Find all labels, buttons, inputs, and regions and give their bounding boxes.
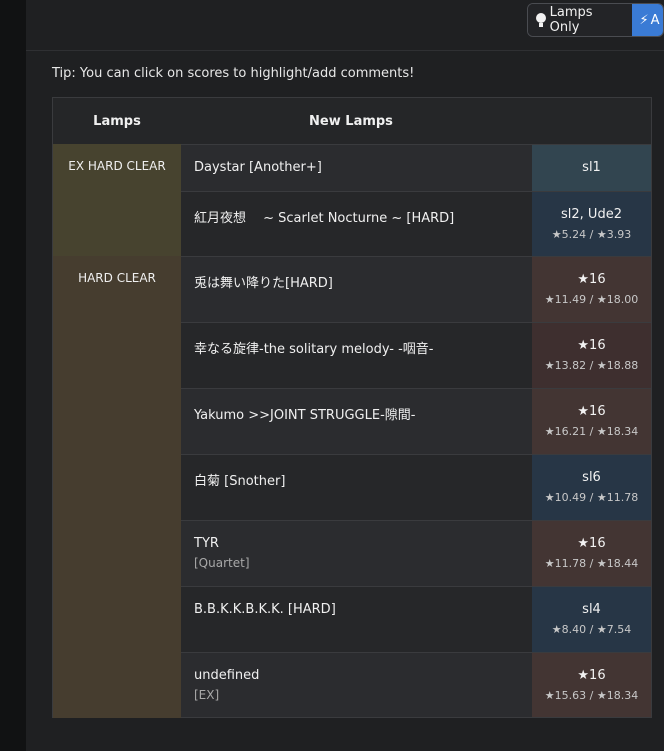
lamp-group-hard-clear: HARD CLEAR <box>53 256 181 718</box>
song-title: B.B.K.K.B.K.K. [HARD] <box>194 602 336 617</box>
song-cell: B.B.K.K.B.K.K. [HARD] <box>181 587 532 652</box>
score-level: sl4 <box>582 602 601 617</box>
score-detail: ★10.49 / ★11.78 <box>544 491 639 504</box>
score-cell[interactable]: sl1 <box>532 145 651 191</box>
lightbulb-icon <box>536 13 546 27</box>
song-title: 幸なる旋律-the solitary melody- -咽音- <box>194 342 434 357</box>
song-title: 紅月夜想 ~ Scarlet Nocturne ~ [HARD] <box>194 211 455 226</box>
score-cell[interactable]: sl4 ★8.40 / ★7.54 <box>532 587 651 652</box>
score-cell[interactable]: ★16 ★13.82 / ★18.88 <box>532 323 651 388</box>
table-row[interactable]: 兎は舞い降りた[HARD] ★16 ★11.49 / ★18.00 <box>181 256 651 322</box>
all-button-label: A <box>650 12 660 28</box>
score-cell[interactable]: ★16 ★11.78 / ★18.44 <box>532 521 651 586</box>
song-cell: Yakumo >>JOINT STRUGGLE-隙間- <box>181 389 532 454</box>
lamps-only-label: Lamps Only <box>549 5 593 35</box>
table-row[interactable]: 紅月夜想 ~ Scarlet Nocturne ~ [HARD] sl2, Ud… <box>181 191 651 256</box>
header-new-lamps: New Lamps <box>309 113 393 129</box>
score-detail: ★5.24 / ★3.93 <box>551 228 632 241</box>
score-detail: ★8.40 / ★7.54 <box>551 623 632 636</box>
song-cell: 白菊 [Snother] <box>181 455 532 520</box>
table-row[interactable]: undefined [EX] ★16 ★15.63 / ★18.34 <box>181 652 651 717</box>
score-cell[interactable]: sl6 ★10.49 / ★11.78 <box>532 455 651 520</box>
score-level: ★16 <box>577 668 606 683</box>
song-difficulty: [EX] <box>194 688 220 702</box>
lightning-icon: ⚡ <box>639 12 649 28</box>
song-difficulty: [Quartet] <box>194 556 250 570</box>
table-row[interactable]: Yakumo >>JOINT STRUGGLE-隙間- ★16 ★16.21 /… <box>181 388 651 454</box>
table-row[interactable]: B.B.K.K.B.K.K. [HARD] sl4 ★8.40 / ★7.54 <box>181 586 651 652</box>
score-level: ★16 <box>577 536 606 551</box>
score-detail: ★11.49 / ★18.00 <box>544 293 639 306</box>
song-title: 兎は舞い降りた[HARD] <box>194 276 333 291</box>
song-title: Daystar [Another+] <box>194 160 322 175</box>
score-cell[interactable]: ★16 ★15.63 / ★18.34 <box>532 653 651 717</box>
lamps-table: Lamps New Lamps EX HARD CLEAR HARD CLEAR… <box>52 97 652 718</box>
score-detail: ★13.82 / ★18.88 <box>544 359 639 372</box>
song-cell: TYR [Quartet] <box>181 521 532 586</box>
all-button[interactable]: ⚡ A <box>631 4 663 36</box>
score-level: ★16 <box>577 272 606 287</box>
song-title: TYR <box>194 536 219 551</box>
table-row[interactable]: 幸なる旋律-the solitary melody- -咽音- ★16 ★13.… <box>181 322 651 388</box>
score-level: ★16 <box>577 338 606 353</box>
score-detail: ★15.63 / ★18.34 <box>544 689 639 702</box>
main-panel: Lamps Only ⚡ A Tip: You can click on sco… <box>26 0 664 751</box>
score-cell[interactable]: ★16 ★16.21 / ★18.34 <box>532 389 651 454</box>
song-title: Yakumo >>JOINT STRUGGLE-隙間- <box>194 408 416 423</box>
lamp-label: EX HARD CLEAR <box>68 159 166 173</box>
table-header: Lamps New Lamps <box>53 98 651 144</box>
table-row[interactable]: TYR [Quartet] ★16 ★11.78 / ★18.44 <box>181 520 651 586</box>
score-cell[interactable]: sl2, Ude2 ★5.24 / ★3.93 <box>532 192 651 256</box>
tip-text: Tip: You can click on scores to highligh… <box>52 66 415 81</box>
score-level: sl6 <box>582 470 601 485</box>
lamp-group-ex-hard-clear: EX HARD CLEAR <box>53 144 181 256</box>
song-cell: undefined [EX] <box>181 653 532 717</box>
song-title: undefined <box>194 668 260 683</box>
header-lamps: Lamps <box>93 113 141 129</box>
score-level: sl1 <box>582 160 601 175</box>
song-cell: 紅月夜想 ~ Scarlet Nocturne ~ [HARD] <box>181 192 532 256</box>
toolbar: Lamps Only ⚡ A <box>26 0 664 51</box>
lamps-only-button[interactable]: Lamps Only <box>528 4 632 36</box>
table-row[interactable]: 白菊 [Snother] sl6 ★10.49 / ★11.78 <box>181 454 651 520</box>
score-detail: ★11.78 / ★18.44 <box>544 557 639 570</box>
view-toggle-group: Lamps Only ⚡ A <box>527 3 664 37</box>
score-level: sl2, Ude2 <box>561 207 622 222</box>
song-cell: 兎は舞い降りた[HARD] <box>181 257 532 322</box>
score-level: ★16 <box>577 404 606 419</box>
song-title: 白菊 [Snother] <box>194 474 286 489</box>
lamp-label: HARD CLEAR <box>78 271 156 285</box>
song-cell: Daystar [Another+] <box>181 145 532 191</box>
score-cell[interactable]: ★16 ★11.49 / ★18.00 <box>532 257 651 322</box>
score-detail: ★16.21 / ★18.34 <box>544 425 639 438</box>
song-cell: 幸なる旋律-the solitary melody- -咽音- <box>181 323 532 388</box>
table-row[interactable]: Daystar [Another+] sl1 <box>181 144 651 191</box>
